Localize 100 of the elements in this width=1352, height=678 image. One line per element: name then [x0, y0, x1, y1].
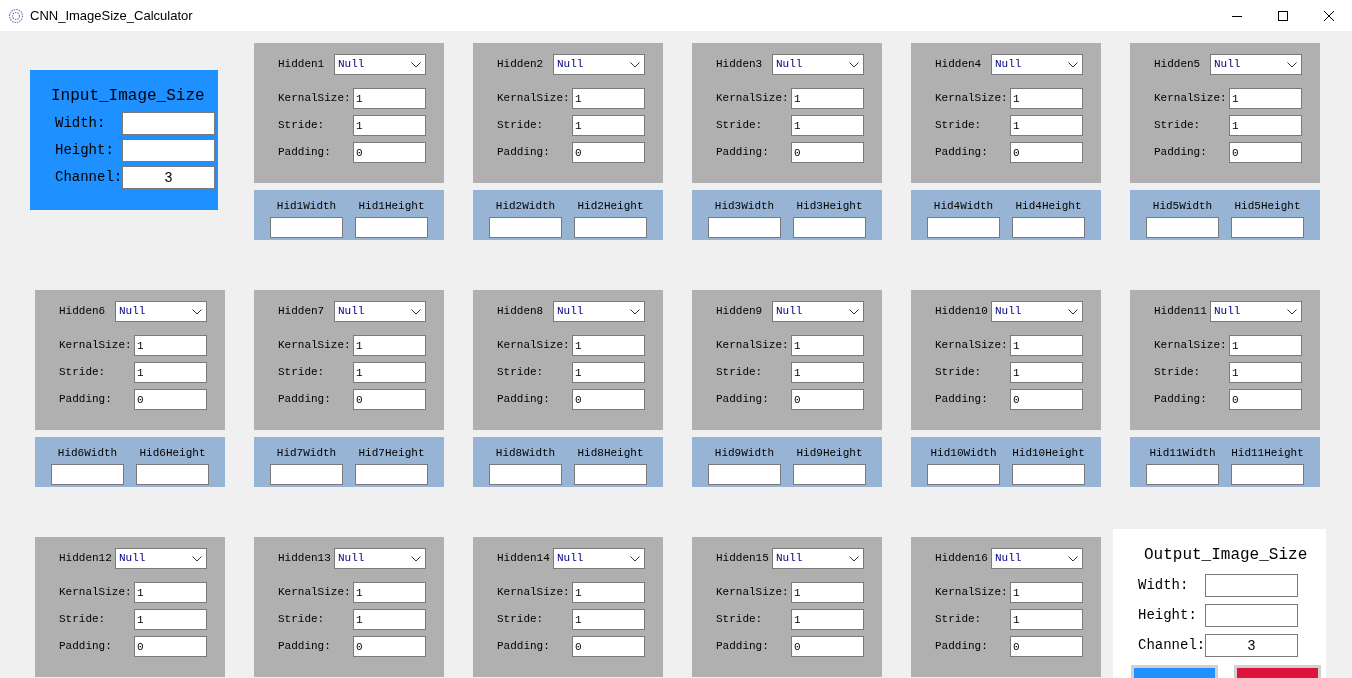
- input-field[interactable]: 1: [572, 609, 645, 630]
- input-field[interactable]: [1146, 216, 1219, 238]
- input-field[interactable]: [136, 463, 209, 485]
- input-field[interactable]: [574, 463, 647, 485]
- input-field[interactable]: [574, 216, 647, 238]
- input-field[interactable]: [355, 463, 428, 485]
- input-field[interactable]: [927, 463, 1000, 485]
- input-field[interactable]: 1: [572, 582, 645, 603]
- input-field[interactable]: [270, 463, 343, 485]
- input-field[interactable]: 1: [572, 335, 645, 356]
- input-field[interactable]: 1: [353, 335, 426, 356]
- input-field[interactable]: [793, 216, 866, 238]
- input-field[interactable]: 1: [791, 609, 864, 630]
- param-label: Stride:: [935, 118, 983, 134]
- input-field[interactable]: 1: [791, 362, 864, 383]
- input-field[interactable]: 0: [1010, 389, 1083, 410]
- input-field[interactable]: [927, 216, 1000, 238]
- field-label: Channel:: [1138, 636, 1205, 655]
- input-field[interactable]: [1231, 463, 1304, 485]
- input-field[interactable]: 1: [1010, 335, 1083, 356]
- dropdown[interactable]: Null: [1210, 54, 1302, 75]
- input-field[interactable]: 1: [791, 335, 864, 356]
- input-field[interactable]: 0: [1229, 142, 1302, 163]
- input-field[interactable]: 0: [353, 389, 426, 410]
- input-field[interactable]: 1: [1010, 582, 1083, 603]
- input-field[interactable]: 0: [353, 142, 426, 163]
- input-field[interactable]: [1205, 604, 1298, 627]
- input-field[interactable]: [793, 463, 866, 485]
- input-field[interactable]: 1: [572, 88, 645, 109]
- input-field[interactable]: 1: [791, 115, 864, 136]
- input-field[interactable]: 1: [1010, 362, 1083, 383]
- input-field[interactable]: 1: [134, 609, 207, 630]
- input-field[interactable]: 1: [791, 582, 864, 603]
- dropdown[interactable]: Null: [553, 301, 645, 322]
- input-field[interactable]: 0: [1010, 142, 1083, 163]
- dropdown[interactable]: Null: [1210, 301, 1302, 322]
- input-field[interactable]: 1: [134, 582, 207, 603]
- input-field[interactable]: 1: [353, 582, 426, 603]
- input-field[interactable]: [122, 112, 215, 135]
- result-label: Hid6Height: [139, 446, 206, 461]
- input-field[interactable]: [1146, 463, 1219, 485]
- dropdown[interactable]: Null: [772, 54, 864, 75]
- input-field[interactable]: [708, 216, 781, 238]
- dropdown[interactable]: Null: [334, 301, 426, 322]
- input-field[interactable]: 1: [1229, 335, 1302, 356]
- param-label: Padding:: [716, 145, 770, 161]
- input-field[interactable]: 1: [1010, 115, 1083, 136]
- input-field[interactable]: 0: [134, 636, 207, 657]
- param-label: Padding:: [497, 145, 551, 161]
- input-field[interactable]: 1: [572, 362, 645, 383]
- input-field[interactable]: [122, 139, 215, 162]
- input-field[interactable]: 1: [1010, 609, 1083, 630]
- input-field[interactable]: [1012, 463, 1085, 485]
- input-field[interactable]: [708, 463, 781, 485]
- dropdown[interactable]: Null: [772, 301, 864, 322]
- result-label: Hid9Height: [796, 446, 863, 461]
- input-field[interactable]: 1: [134, 362, 207, 383]
- input-field[interactable]: 3: [1205, 634, 1298, 657]
- input-field[interactable]: 0: [572, 389, 645, 410]
- input-field[interactable]: [1012, 216, 1085, 238]
- dropdown[interactable]: Null: [553, 54, 645, 75]
- input-field[interactable]: 0: [1010, 636, 1083, 657]
- dropdown[interactable]: Null: [334, 548, 426, 569]
- input-field[interactable]: 1: [1229, 362, 1302, 383]
- input-field[interactable]: 1: [1229, 88, 1302, 109]
- input-field[interactable]: 3: [122, 166, 215, 189]
- input-field[interactable]: 0: [791, 636, 864, 657]
- input-field[interactable]: [1231, 216, 1304, 238]
- dropdown[interactable]: Null: [991, 54, 1083, 75]
- input-field[interactable]: 0: [134, 389, 207, 410]
- dropdown[interactable]: Null: [553, 548, 645, 569]
- input-field[interactable]: 1: [353, 115, 426, 136]
- input-field[interactable]: [1205, 574, 1298, 597]
- input-field[interactable]: [51, 463, 124, 485]
- dropdown[interactable]: Null: [991, 548, 1083, 569]
- input-field[interactable]: 0: [791, 389, 864, 410]
- input-field[interactable]: 1: [1229, 115, 1302, 136]
- input-field[interactable]: 1: [572, 115, 645, 136]
- input-field[interactable]: 0: [1229, 389, 1302, 410]
- input-field[interactable]: [489, 463, 562, 485]
- input-field[interactable]: 1: [134, 335, 207, 356]
- input-field[interactable]: 0: [791, 142, 864, 163]
- input-field[interactable]: [355, 216, 428, 238]
- input-field[interactable]: 0: [572, 636, 645, 657]
- input-field[interactable]: 1: [1010, 88, 1083, 109]
- input-field[interactable]: 0: [572, 142, 645, 163]
- layer-label: Hidden1: [278, 57, 326, 73]
- input-field[interactable]: [270, 216, 343, 238]
- input-field[interactable]: 1: [353, 88, 426, 109]
- param-label: Padding:: [278, 145, 332, 161]
- input-field[interactable]: 1: [353, 362, 426, 383]
- input-field[interactable]: 0: [353, 636, 426, 657]
- dropdown[interactable]: Null: [772, 548, 864, 569]
- dropdown[interactable]: Null: [115, 301, 207, 322]
- dropdown[interactable]: Null: [334, 54, 426, 75]
- input-field[interactable]: 1: [791, 88, 864, 109]
- dropdown[interactable]: Null: [991, 301, 1083, 322]
- input-field[interactable]: [489, 216, 562, 238]
- dropdown[interactable]: Null: [115, 548, 207, 569]
- input-field[interactable]: 1: [353, 609, 426, 630]
